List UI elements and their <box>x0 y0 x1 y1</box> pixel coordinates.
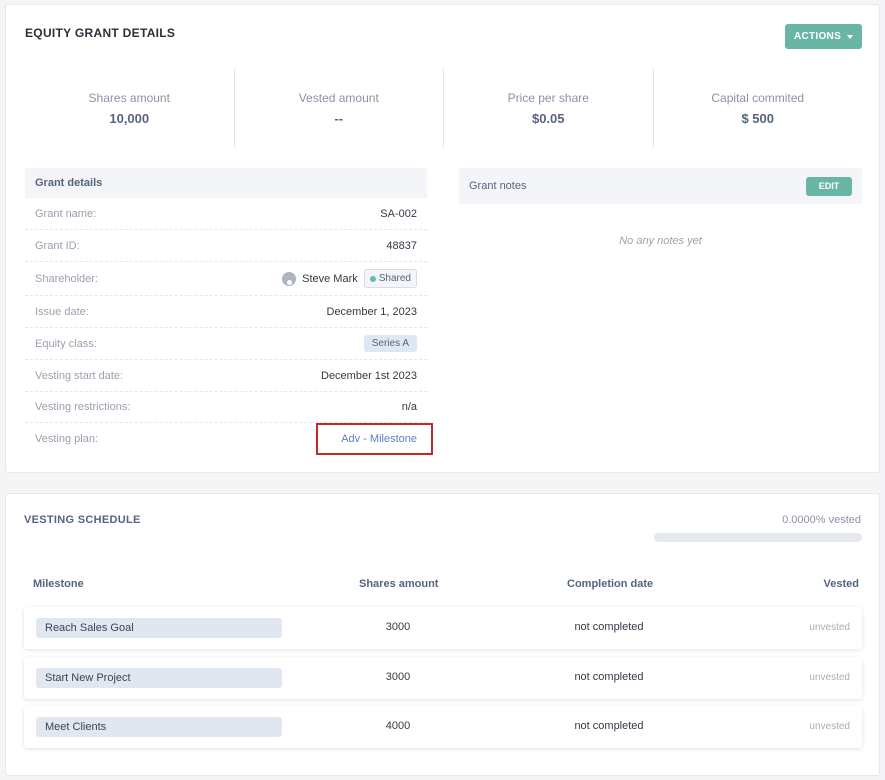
actions-button[interactable]: ACTIONS <box>785 24 862 49</box>
shareholder-name[interactable]: Steve Mark <box>302 273 358 285</box>
milestone-row[interactable]: Meet Clients 4000 not completed unvested <box>24 706 862 748</box>
milestone-row[interactable]: Reach Sales Goal 3000 not completed unve… <box>24 607 862 649</box>
equity-class-badge: Series A <box>363 335 417 352</box>
milestone-shares: 3000 <box>385 671 411 683</box>
shareholder-value: Steve Mark Shared <box>282 269 417 288</box>
detail-value: n/a <box>401 401 417 413</box>
stat-shares-amount: Shares amount 10,000 <box>25 69 235 147</box>
milestone-name: Meet Clients <box>36 717 282 737</box>
notes-empty-text: No any notes yet <box>619 235 702 247</box>
milestone-completion: not completed <box>574 671 644 683</box>
milestone-row[interactable]: Start New Project 3000 not completed unv… <box>24 657 862 699</box>
equity-grant-card: EQUITY GRANT DETAILS ACTIONS Shares amou… <box>5 4 880 473</box>
detail-row-grant-name: Grant name: SA-002 <box>25 198 427 230</box>
vesting-schedule-title: VESTING SCHEDULE <box>24 514 141 526</box>
milestone-vested-status: unvested <box>809 622 850 633</box>
stat-vested-amount: Vested amount -- <box>235 69 444 147</box>
shared-badge-label: Shared <box>378 273 411 284</box>
detail-label: Equity class: <box>35 337 97 350</box>
vested-percent: 0.0000% vested <box>782 514 861 526</box>
detail-value: 48837 <box>386 239 417 252</box>
status-dot-icon <box>369 275 376 282</box>
milestone-table-header: Milestone Shares amount Completion date … <box>24 578 862 592</box>
stat-label: Capital commited <box>711 90 805 105</box>
column-header-milestone: Milestone <box>33 578 84 590</box>
stat-price-per-share: Price per share $0.05 <box>444 69 654 147</box>
detail-label: Shareholder: <box>35 272 98 285</box>
actions-button-label: ACTIONS <box>793 31 842 42</box>
stat-value: -- <box>334 110 344 126</box>
milestone-shares: 3000 <box>385 621 411 633</box>
grant-details-panel: Grant details Grant name: SA-002 Grant I… <box>25 168 427 454</box>
detail-row-grant-id: Grant ID: 48837 <box>25 230 427 262</box>
highlight-box <box>316 423 433 455</box>
shared-badge: Shared <box>363 269 417 288</box>
edit-notes-button[interactable]: EDIT <box>806 176 852 196</box>
grant-stats: Shares amount 10,000 Vested amount -- Pr… <box>25 69 862 147</box>
detail-value: December 1, 2023 <box>326 305 418 318</box>
stat-value: $0.05 <box>531 110 565 126</box>
milestone-completion: not completed <box>574 720 644 732</box>
caret-down-icon <box>847 34 854 39</box>
stat-capital-committed: Capital commited $ 500 <box>654 69 863 147</box>
page-title: EQUITY GRANT DETAILS <box>25 26 176 40</box>
stat-label: Vested amount <box>298 90 379 105</box>
milestone-name: Reach Sales Goal <box>36 618 282 638</box>
milestone-completion: not completed <box>574 621 644 633</box>
milestone-vested-status: unvested <box>809 672 850 683</box>
detail-row-vesting-restrictions: Vesting restrictions: n/a <box>25 392 427 423</box>
detail-label: Vesting plan: <box>35 432 98 445</box>
stat-value: 10,000 <box>109 110 150 126</box>
detail-label: Issue date: <box>35 305 89 318</box>
grant-details-title: Grant details <box>25 168 427 198</box>
detail-value: December 1st 2023 <box>321 369 417 382</box>
detail-label: Vesting restrictions: <box>35 401 131 413</box>
column-header-vested: Vested <box>823 578 859 590</box>
detail-row-shareholder: Shareholder: Steve Mark Shared <box>25 262 427 296</box>
milestone-name: Start New Project <box>36 668 282 688</box>
vesting-progress-bar <box>654 533 862 542</box>
detail-row-vesting-start-date: Vesting start date: December 1st 2023 <box>25 360 427 392</box>
detail-value: SA-002 <box>380 207 417 220</box>
detail-row-issue-date: Issue date: December 1, 2023 <box>25 296 427 328</box>
column-header-shares-amount: Shares amount <box>359 578 439 590</box>
column-header-completion-date: Completion date <box>567 578 654 590</box>
avatar-icon <box>282 271 297 286</box>
milestone-vested-status: unvested <box>809 721 850 732</box>
detail-label: Vesting start date: <box>35 369 124 382</box>
detail-label: Grant name: <box>35 207 97 220</box>
vesting-schedule-card: VESTING SCHEDULE 0.0000% vested Mileston… <box>5 493 880 776</box>
milestone-shares: 4000 <box>385 720 411 732</box>
stat-label: Price per share <box>507 90 589 105</box>
stat-label: Shares amount <box>88 90 170 105</box>
detail-label: Grant ID: <box>35 239 80 252</box>
grant-notes-panel: Grant notes EDIT No any notes yet <box>459 168 862 247</box>
grant-notes-title: Grant notes <box>469 180 527 192</box>
grant-notes-header: Grant notes EDIT <box>459 168 862 204</box>
stat-value: $ 500 <box>741 110 775 126</box>
detail-row-equity-class: Equity class: Series A <box>25 328 427 360</box>
